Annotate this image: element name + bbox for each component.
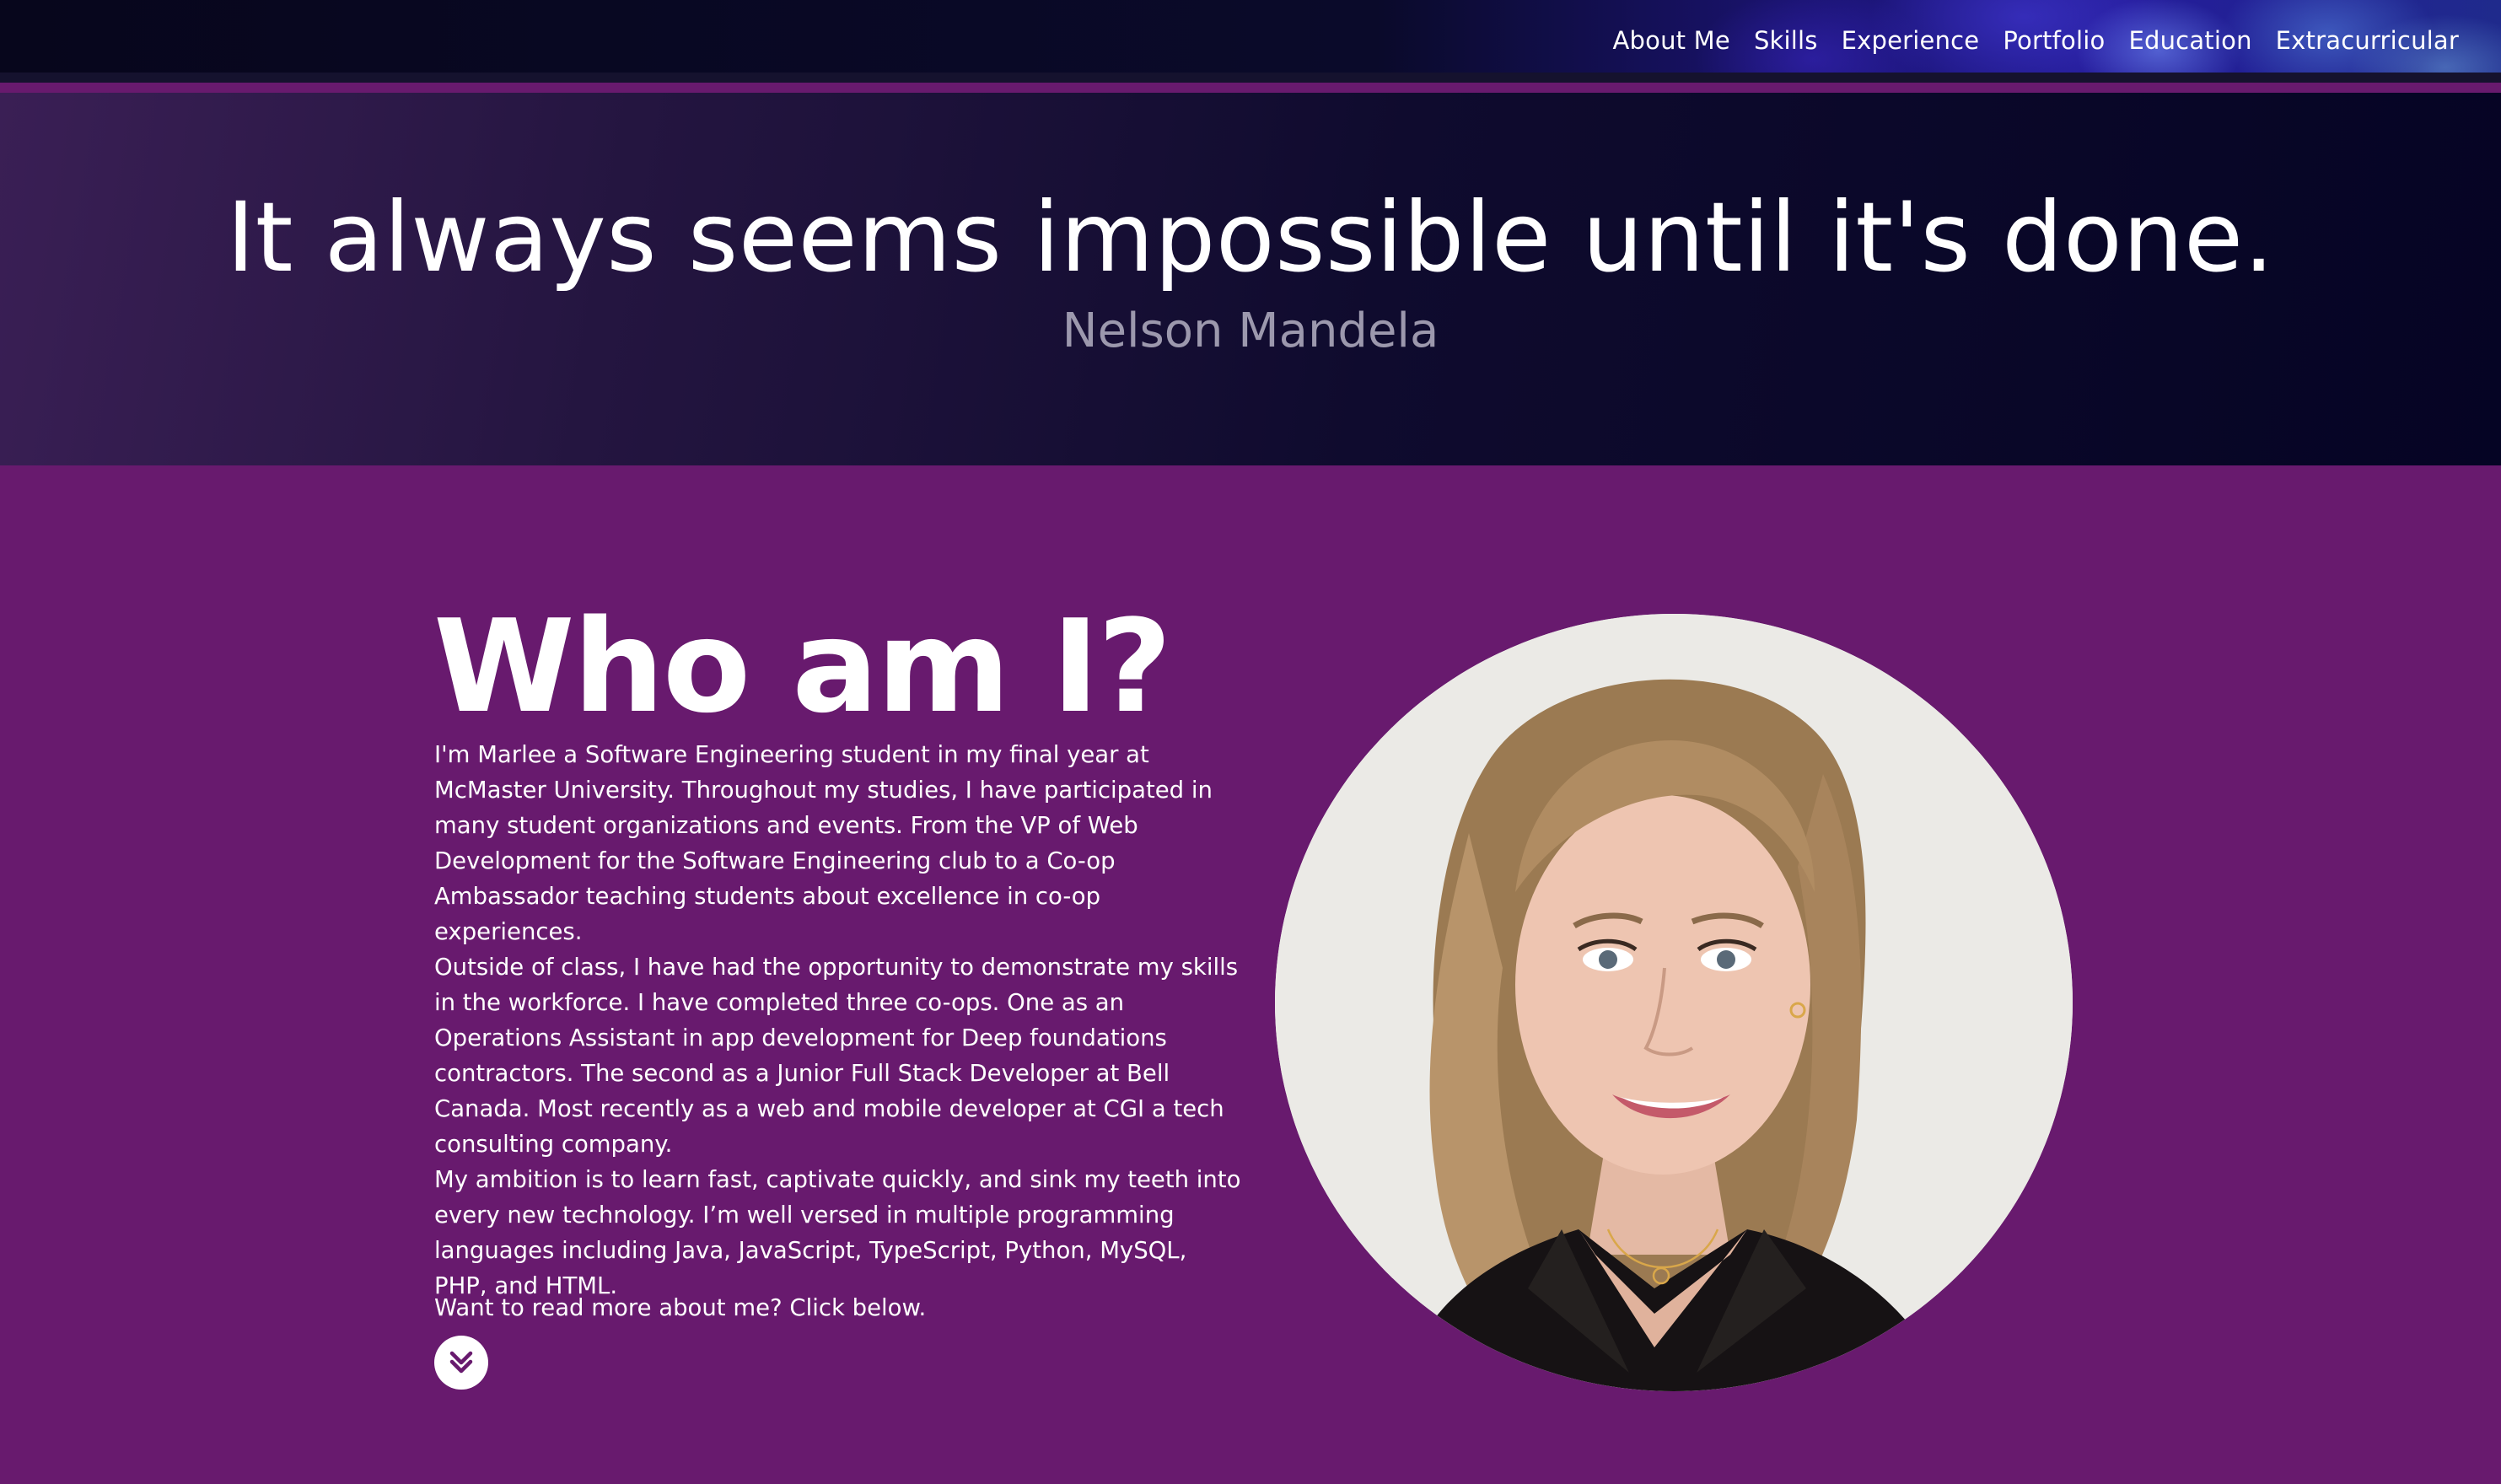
read-more-prompt: Want to read more about me? Click below. (434, 1294, 927, 1321)
hero-quote: It always seems impossible until it's do… (226, 181, 2275, 293)
bio-paragraph: I'm Marlee a Software Engineering studen… (434, 741, 1213, 945)
nav-link-education[interactable]: Education (2128, 26, 2251, 55)
double-chevron-down-icon (449, 1351, 473, 1374)
scroll-down-button[interactable] (434, 1336, 488, 1390)
bio-paragraph: My ambition is to learn fast, captivate … (434, 1166, 1241, 1299)
nav-link-experience[interactable]: Experience (1842, 26, 1980, 55)
nav-link-portfolio[interactable]: Portfolio (2003, 26, 2105, 55)
nav-link-about-me[interactable]: About Me (1613, 26, 1730, 55)
nav-link-extracurricular[interactable]: Extracurricular (2276, 26, 2459, 55)
nav-link-skills[interactable]: Skills (1754, 26, 1818, 55)
nav-links: About Me Skills Experience Portfolio Edu… (1613, 0, 2459, 81)
profile-photo-illustration (1275, 614, 2073, 1391)
quote-hero: It always seems impossible until it's do… (0, 93, 2501, 465)
hero-quote-author: Nelson Mandela (1062, 304, 1439, 358)
about-section: Who am I? I'm Marlee a Software Engineer… (0, 465, 2501, 1484)
profile-photo (1275, 614, 2073, 1391)
about-heading: Who am I? (433, 592, 1172, 741)
bio-paragraph: Outside of class, I have had the opportu… (434, 954, 1239, 1158)
top-navbar: About Me Skills Experience Portfolio Edu… (0, 0, 2501, 83)
